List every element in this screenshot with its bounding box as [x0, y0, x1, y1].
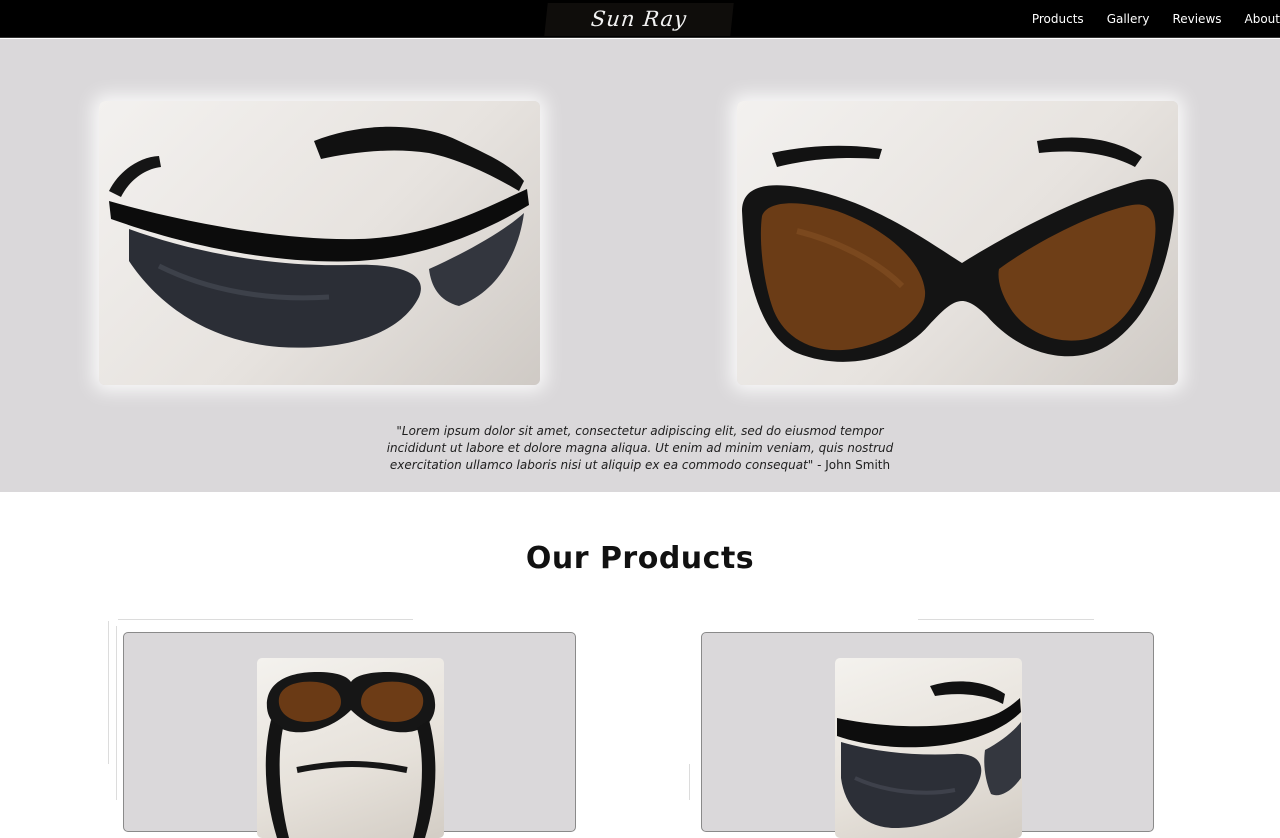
decorative-line	[689, 764, 690, 800]
testimonial-author: - John Smith	[813, 458, 891, 472]
site-logo[interactable]: Sun Ray Glasses	[544, 3, 734, 64]
nav-link-reviews[interactable]: Reviews	[1172, 12, 1221, 26]
nav-link-products[interactable]: Products	[1032, 12, 1084, 26]
product-card[interactable]	[701, 632, 1154, 838]
nav-link-gallery[interactable]: Gallery	[1107, 12, 1150, 26]
black-sport-sunglasses-photo	[99, 101, 540, 385]
brown-lens-sunglasses-photo	[257, 658, 444, 838]
top-navbar: Sun Ray Glasses Products Gallery Reviews…	[0, 0, 1280, 64]
decorative-line	[918, 619, 1094, 620]
nav-link-about[interactable]: About	[1245, 12, 1280, 26]
hero-section: "Lorem ipsum dolor sit amet, consectetur…	[0, 39, 1280, 492]
decorative-line	[118, 619, 413, 620]
black-sport-sunglasses-photo	[835, 658, 1022, 838]
nav-links: Products Gallery Reviews About	[1009, 0, 1280, 38]
testimonial-block: "Lorem ipsum dolor sit amet, consectetur…	[375, 423, 905, 474]
brown-lens-sunglasses-photo	[737, 101, 1178, 385]
product-card[interactable]	[123, 632, 576, 838]
products-title: Our Products	[525, 541, 755, 576]
decorative-line	[116, 626, 117, 800]
decorative-line	[108, 621, 109, 764]
